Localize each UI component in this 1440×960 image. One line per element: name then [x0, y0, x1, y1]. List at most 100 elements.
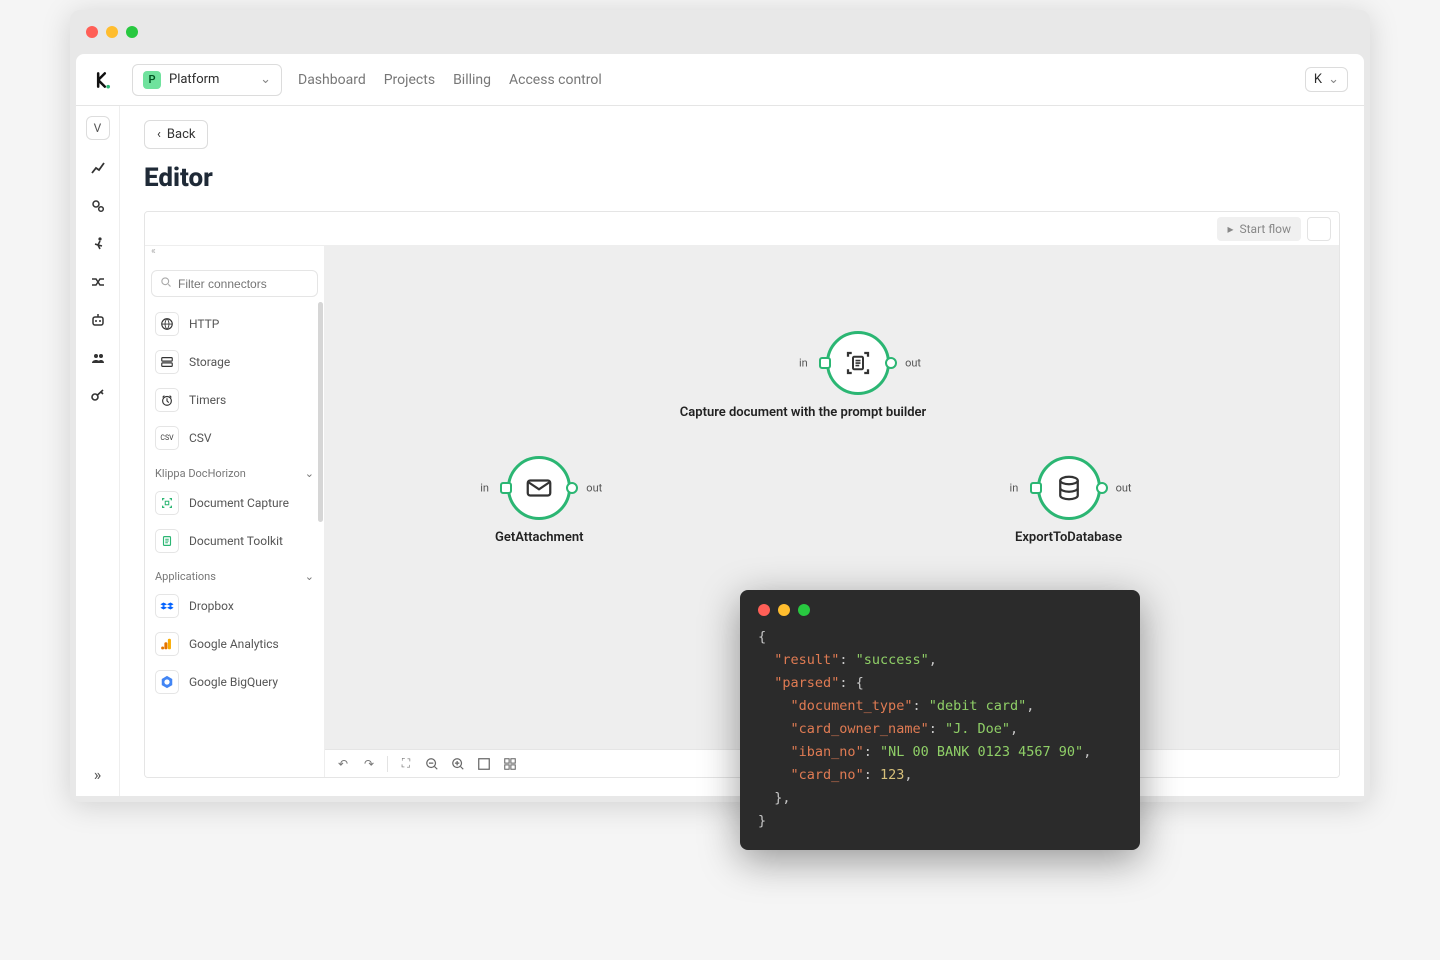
app-shell: P Platform ⌄ Dashboard Projects Billing …	[76, 54, 1364, 796]
toolkit-icon	[155, 529, 179, 553]
connector-google-analytics[interactable]: Google Analytics	[151, 625, 318, 663]
section-title: Klippa DocHorizon	[155, 467, 246, 480]
connector-google-bigquery[interactable]: Google BigQuery	[151, 663, 318, 701]
chevron-left-icon: ‹	[157, 127, 161, 142]
back-label: Back	[167, 127, 196, 142]
node-port-in[interactable]	[1030, 482, 1042, 494]
port-out-label: out	[1116, 482, 1132, 495]
flow-node-getattachment[interactable]: in out GetAttachment	[495, 456, 583, 545]
connector-label: CSV	[189, 431, 212, 445]
clock-icon	[155, 388, 179, 412]
org-selector[interactable]: P Platform ⌄	[132, 64, 282, 96]
rail-context-badge[interactable]: V	[86, 116, 110, 140]
port-out-label: out	[905, 357, 921, 370]
chart-icon[interactable]	[88, 158, 108, 178]
nav-access-control[interactable]: Access control	[509, 72, 602, 88]
panel-scrollbar[interactable]	[318, 302, 323, 522]
window-close-icon[interactable]	[86, 26, 98, 38]
shuffle-icon[interactable]	[88, 272, 108, 292]
window-maximize-icon[interactable]	[798, 604, 810, 616]
page-title: Editor	[144, 163, 1340, 193]
zoom-out-icon[interactable]	[422, 754, 442, 774]
code-output-panel: { "result": "success", "parsed": { "docu…	[740, 590, 1140, 850]
app-window: P Platform ⌄ Dashboard Projects Billing …	[70, 10, 1370, 802]
users-icon[interactable]	[88, 348, 108, 368]
port-in-label: in	[1010, 482, 1019, 495]
connector-section-dochorizon[interactable]: Klippa DocHorizon ⌄	[151, 457, 318, 484]
redo-icon[interactable]: ↷	[359, 754, 379, 774]
chevron-down-icon: ⌄	[305, 570, 314, 583]
node-port-in[interactable]	[500, 482, 512, 494]
chevron-down-icon: ⌄	[260, 72, 271, 87]
node-label: Capture document with the prompt builder	[658, 405, 948, 420]
connector-dropbox[interactable]: Dropbox	[151, 587, 318, 625]
window-titlebar	[70, 10, 1370, 54]
connector-label: HTTP	[189, 317, 219, 331]
filter-connectors-input[interactable]	[151, 270, 318, 297]
play-icon: ▸	[1227, 222, 1233, 236]
start-flow-button[interactable]: ▸ Start flow	[1217, 217, 1301, 241]
port-in-label: in	[480, 482, 489, 495]
window-minimize-icon[interactable]	[778, 604, 790, 616]
connector-document-capture[interactable]: Document Capture	[151, 484, 318, 522]
expand-rail-icon[interactable]: »	[88, 764, 108, 784]
nav-dashboard[interactable]: Dashboard	[298, 72, 366, 88]
grid-icon[interactable]	[500, 754, 520, 774]
filter-input-field[interactable]	[178, 277, 333, 291]
window-close-icon[interactable]	[758, 604, 770, 616]
app-logo	[92, 68, 116, 92]
node-port-out[interactable]	[885, 357, 897, 369]
org-name: Platform	[169, 72, 219, 87]
capture-icon	[155, 491, 179, 515]
fullscreen-icon[interactable]: ⛶	[396, 754, 416, 774]
toolbar-more-button[interactable]	[1307, 217, 1331, 241]
user-letter: K	[1314, 72, 1322, 87]
connector-section-applications[interactable]: Applications ⌄	[151, 560, 318, 587]
port-in-label: in	[799, 357, 808, 370]
chevron-down-icon: ⌄	[1328, 72, 1339, 87]
flow-node-export[interactable]: in out ExportToDatabase	[1015, 456, 1122, 545]
connector-storage[interactable]: Storage	[151, 343, 318, 381]
connector-label: Storage	[189, 355, 230, 369]
back-button[interactable]: ‹ Back	[144, 120, 208, 149]
gears-icon[interactable]	[88, 196, 108, 216]
connector-label: Document Toolkit	[189, 534, 283, 548]
key-icon[interactable]	[88, 386, 108, 406]
connector-panel: « HTTP	[145, 246, 325, 777]
connector-csv[interactable]: CSV CSV	[151, 419, 318, 457]
node-label: GetAttachment	[495, 530, 583, 545]
node-port-out[interactable]	[566, 482, 578, 494]
org-badge: P	[143, 71, 161, 89]
flow-edges	[325, 246, 625, 396]
start-flow-label: Start flow	[1239, 222, 1291, 236]
database-icon	[1054, 473, 1084, 503]
top-nav: Dashboard Projects Billing Access contro…	[298, 72, 602, 88]
runner-icon[interactable]	[88, 234, 108, 254]
user-selector[interactable]: K ⌄	[1305, 67, 1348, 92]
zoom-in-icon[interactable]	[448, 754, 468, 774]
fit-icon[interactable]	[474, 754, 494, 774]
main-header: ‹ Back Editor	[120, 106, 1364, 203]
connector-timers[interactable]: Timers	[151, 381, 318, 419]
connector-http[interactable]: HTTP	[151, 305, 318, 343]
connector-label: Dropbox	[189, 599, 234, 613]
storage-icon	[155, 350, 179, 374]
connector-document-toolkit[interactable]: Document Toolkit	[151, 522, 318, 560]
connector-list: HTTP Storage Timers	[145, 303, 324, 777]
node-port-in[interactable]	[819, 357, 831, 369]
topbar: P Platform ⌄ Dashboard Projects Billing …	[76, 54, 1364, 106]
node-label: ExportToDatabase	[1015, 530, 1122, 545]
port-out-label: out	[586, 482, 602, 495]
flow-node-capture[interactable]: in out Capture document with the prompt …	[768, 331, 948, 420]
nav-projects[interactable]: Projects	[384, 72, 435, 88]
editor-toolbar: ▸ Start flow	[145, 212, 1339, 246]
connector-label: Document Capture	[189, 496, 289, 510]
undo-icon[interactable]: ↶	[333, 754, 353, 774]
window-minimize-icon[interactable]	[106, 26, 118, 38]
robot-icon[interactable]	[88, 310, 108, 330]
node-port-out[interactable]	[1096, 482, 1108, 494]
panel-collapse-icon[interactable]: «	[145, 246, 324, 264]
nav-billing[interactable]: Billing	[453, 72, 491, 88]
left-rail: V »	[76, 106, 120, 796]
window-maximize-icon[interactable]	[126, 26, 138, 38]
